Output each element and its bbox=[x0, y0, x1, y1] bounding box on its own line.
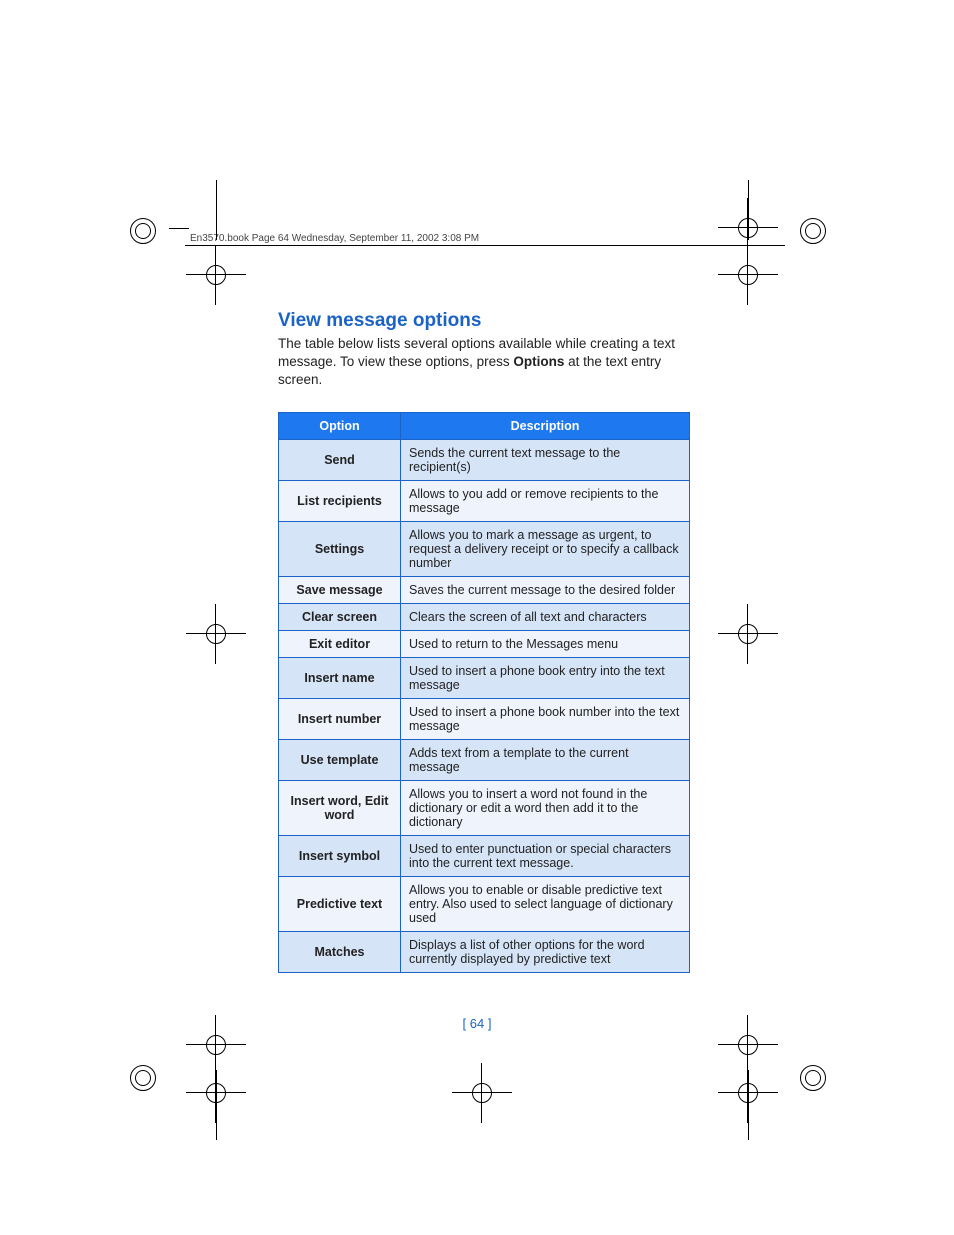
running-header: En3570.book Page 64 Wednesday, September… bbox=[190, 233, 479, 244]
crop-mark-icon bbox=[748, 180, 749, 240]
option-cell: Matches bbox=[279, 931, 401, 972]
description-cell: Saves the current message to the desired… bbox=[401, 576, 690, 603]
option-cell: Settings bbox=[279, 521, 401, 576]
table-row: MatchesDisplays a list of other options … bbox=[279, 931, 690, 972]
crop-mark-icon bbox=[748, 1070, 749, 1140]
description-cell: Clears the screen of all text and charac… bbox=[401, 603, 690, 630]
option-cell: Predictive text bbox=[279, 876, 401, 931]
table-row: SettingsAllows you to mark a message as … bbox=[279, 521, 690, 576]
option-cell: Exit editor bbox=[279, 630, 401, 657]
description-cell: Allows you to mark a message as urgent, … bbox=[401, 521, 690, 576]
crop-mark-icon bbox=[452, 1063, 512, 1123]
description-cell: Used to return to the Messages menu bbox=[401, 630, 690, 657]
registration-mark-icon bbox=[130, 218, 156, 244]
table-row: Predictive textAllows you to enable or d… bbox=[279, 876, 690, 931]
table-row: Insert numberUsed to insert a phone book… bbox=[279, 698, 690, 739]
description-cell: Used to insert a phone book number into … bbox=[401, 698, 690, 739]
option-cell: Save message bbox=[279, 576, 401, 603]
option-cell: Insert word, Edit word bbox=[279, 780, 401, 835]
registration-mark-icon bbox=[130, 1065, 156, 1091]
description-cell: Used to insert a phone book entry into t… bbox=[401, 657, 690, 698]
table-row: Clear screenClears the screen of all tex… bbox=[279, 603, 690, 630]
options-table: Option Description SendSends the current… bbox=[278, 412, 690, 973]
crop-mark-icon bbox=[718, 604, 778, 664]
intro-paragraph: The table below lists several options av… bbox=[278, 335, 690, 390]
table-row: Insert nameUsed to insert a phone book e… bbox=[279, 657, 690, 698]
table-head-option: Option bbox=[279, 412, 401, 439]
option-cell: Insert symbol bbox=[279, 835, 401, 876]
registration-mark-icon bbox=[800, 218, 826, 244]
option-cell: Use template bbox=[279, 739, 401, 780]
description-cell: Allows to you add or remove recipients t… bbox=[401, 480, 690, 521]
description-cell: Displays a list of other options for the… bbox=[401, 931, 690, 972]
table-row: Save messageSaves the current message to… bbox=[279, 576, 690, 603]
option-cell: Send bbox=[279, 439, 401, 480]
table-head-description: Description bbox=[401, 412, 690, 439]
option-cell: Insert number bbox=[279, 698, 401, 739]
table-row: Exit editorUsed to return to the Message… bbox=[279, 630, 690, 657]
crop-mark-icon bbox=[216, 180, 217, 240]
crop-mark-icon bbox=[216, 1070, 217, 1140]
description-cell: Used to enter punctuation or special cha… bbox=[401, 835, 690, 876]
page-content: View message options The table below lis… bbox=[278, 310, 690, 973]
description-cell: Allows you to insert a word not found in… bbox=[401, 780, 690, 835]
description-cell: Sends the current text message to the re… bbox=[401, 439, 690, 480]
option-cell: List recipients bbox=[279, 480, 401, 521]
table-row: Insert word, Edit wordAllows you to inse… bbox=[279, 780, 690, 835]
table-row: SendSends the current text message to th… bbox=[279, 439, 690, 480]
registration-mark-icon bbox=[800, 1065, 826, 1091]
crop-mark-icon bbox=[169, 228, 189, 229]
description-cell: Adds text from a template to the current… bbox=[401, 739, 690, 780]
table-row: List recipientsAllows to you add or remo… bbox=[279, 480, 690, 521]
intro-text-bold: Options bbox=[513, 354, 564, 369]
description-cell: Allows you to enable or disable predicti… bbox=[401, 876, 690, 931]
crop-mark-icon bbox=[185, 245, 785, 246]
option-cell: Clear screen bbox=[279, 603, 401, 630]
page-number: [ 64 ] bbox=[0, 1016, 954, 1031]
table-row: Insert symbolUsed to enter punctuation o… bbox=[279, 835, 690, 876]
option-cell: Insert name bbox=[279, 657, 401, 698]
section-title: View message options bbox=[278, 310, 690, 332]
table-row: Use templateAdds text from a template to… bbox=[279, 739, 690, 780]
